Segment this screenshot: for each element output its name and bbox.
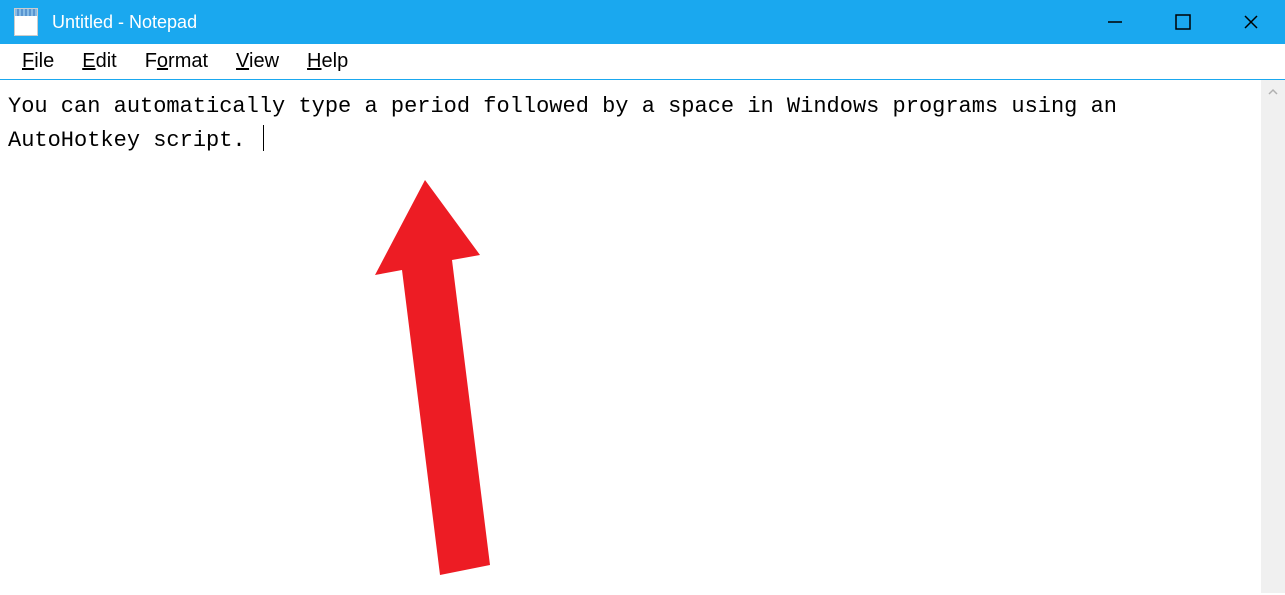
notepad-app-icon [14, 8, 38, 36]
maximize-button[interactable] [1149, 0, 1217, 44]
minimize-button[interactable] [1081, 0, 1149, 44]
menu-help[interactable]: Help [293, 46, 362, 77]
close-button[interactable] [1217, 0, 1285, 44]
content-area: You can automatically type a period foll… [0, 80, 1285, 593]
menu-hotkey: o [157, 50, 168, 72]
text-cursor-icon [263, 125, 264, 151]
window-title: Untitled - Notepad [52, 12, 1081, 33]
editor-textarea[interactable]: You can automatically type a period foll… [0, 80, 1261, 593]
scroll-up-icon[interactable] [1261, 80, 1285, 104]
menu-hotkey: F [22, 50, 34, 72]
menu-hotkey: E [82, 50, 95, 72]
window-controls [1081, 0, 1285, 44]
menu-edit[interactable]: Edit [68, 46, 130, 77]
menu-view[interactable]: View [222, 46, 293, 77]
editor-text: You can automatically type a period foll… [8, 94, 1130, 153]
menubar: File Edit Format View Help [0, 44, 1285, 80]
titlebar[interactable]: Untitled - Notepad [0, 0, 1285, 44]
menu-hotkey: H [307, 50, 321, 72]
menu-hotkey: V [236, 50, 249, 72]
menu-format[interactable]: Format [131, 46, 222, 77]
vertical-scrollbar[interactable] [1261, 80, 1285, 593]
menu-file[interactable]: File [8, 46, 68, 77]
